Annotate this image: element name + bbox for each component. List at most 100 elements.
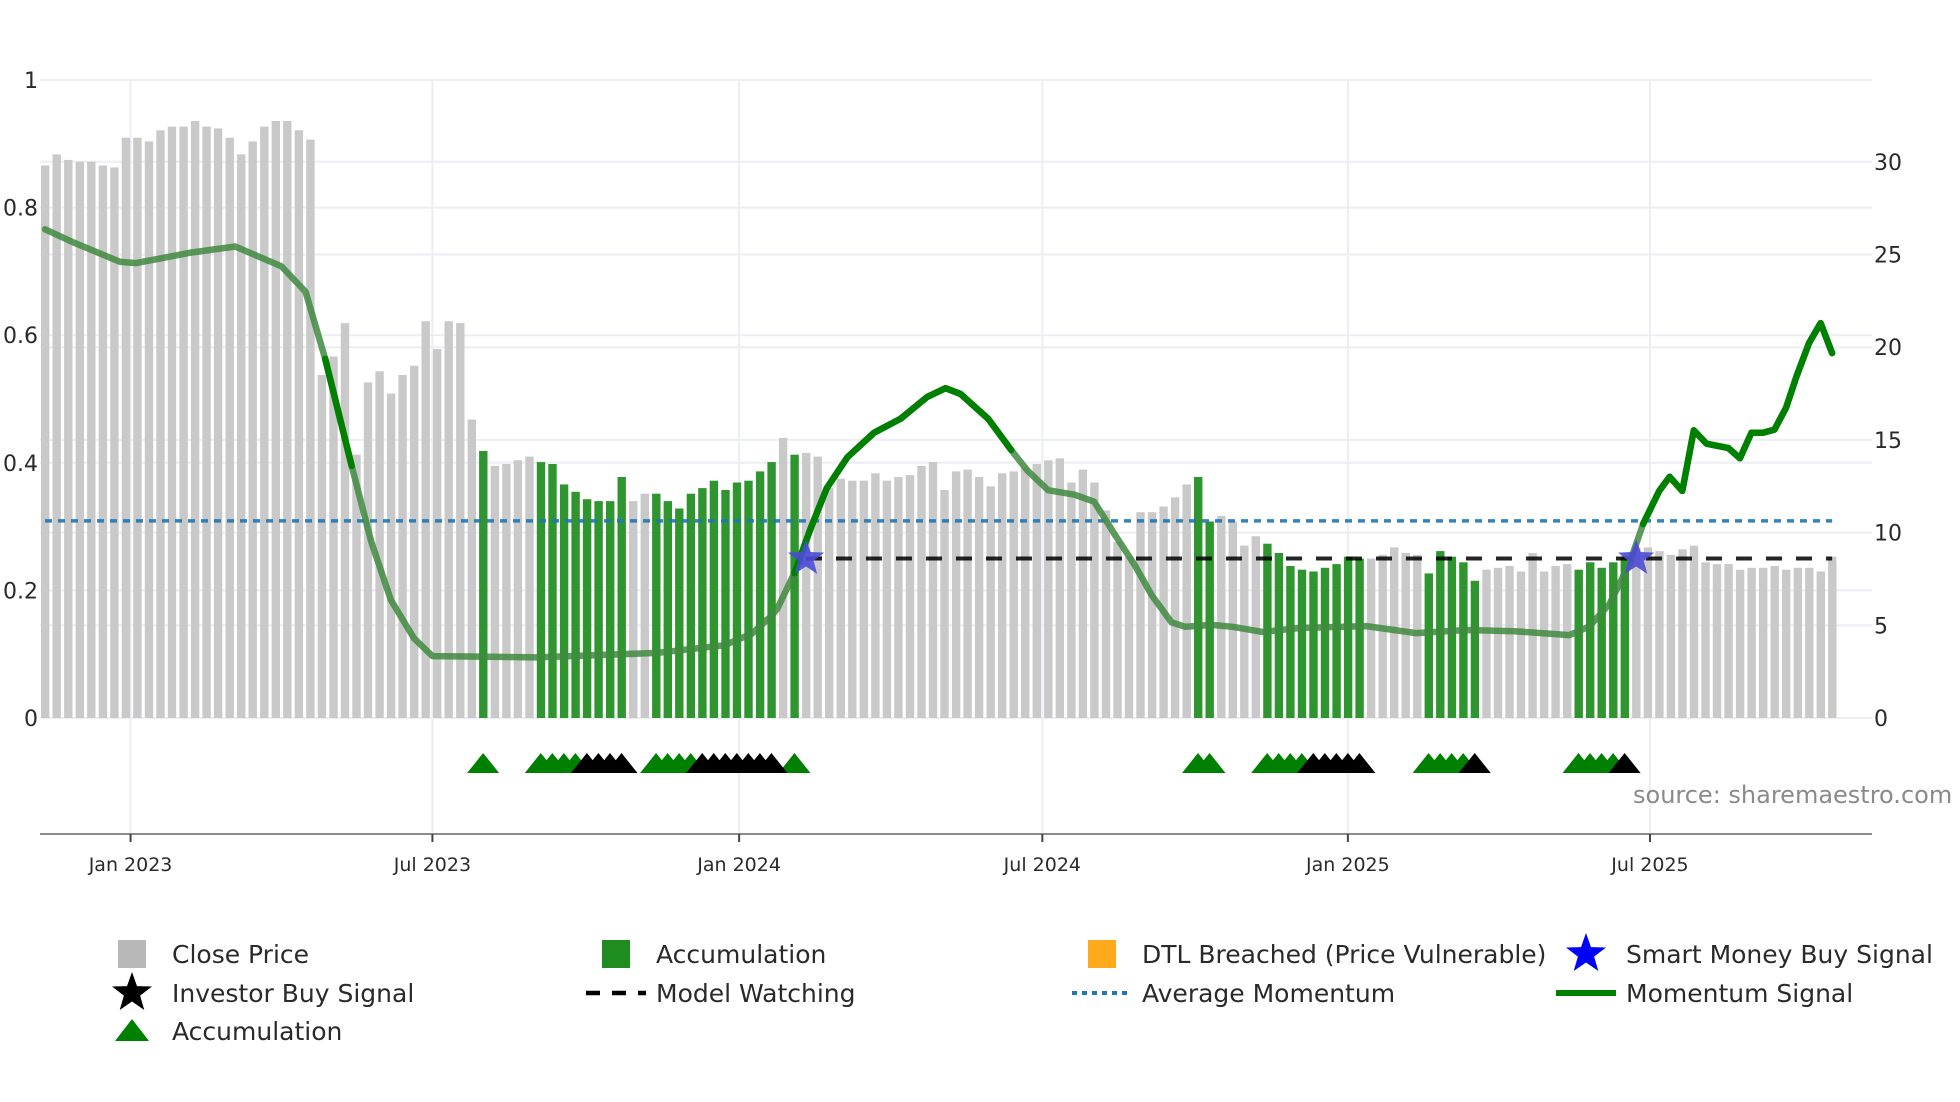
x-tick-label: Jan 2025 [1305,854,1390,876]
close-price-bar [248,141,257,718]
close-price-bar [1170,497,1180,718]
close-price-bar [1090,482,1099,718]
close-price-bar [1505,566,1514,718]
close-price-bar [386,393,396,718]
close-price-bar [802,452,811,718]
right-axis-tick-label: 15 [1874,429,1902,454]
legend-label: Investor Buy Signal [172,979,414,1008]
close-price-bar [41,165,50,718]
close-price-bar [1701,562,1710,718]
accumulation-bar [1574,569,1583,718]
momentum-signal-strong-segment [1639,319,1836,528]
left-axis-tick-label: 0 [24,707,38,732]
close-price-bar [1032,464,1041,718]
close-price-bar [375,371,384,718]
close-price-bar [1805,567,1814,718]
legend-item: Accumulation [115,1017,342,1046]
legend-item: Accumulation [602,940,826,969]
close-price-bar [1021,467,1030,718]
left-axis-tick-label: 0.2 [3,579,38,604]
close-price-bar [513,460,523,718]
close-price-bar [940,490,949,718]
legend-star-icon [112,972,152,1010]
close-price-bar [1516,571,1526,718]
x-tick-label: Jan 2023 [88,854,173,876]
close-price-bar [1655,551,1664,718]
accumulation-bar [709,480,719,718]
legend-item: Close Price [118,940,309,969]
accumulation-bar [571,491,580,718]
legend-star-icon [1566,933,1606,971]
accumulation-bar [1586,562,1595,718]
close-price-bar [1401,553,1410,718]
close-price-bar [1413,554,1422,718]
accumulation-bar [755,471,765,718]
accumulation-bar [1205,521,1214,718]
close-price-bar [951,471,961,718]
accumulation-bar [675,508,684,718]
close-price-bar [502,464,511,718]
close-price-bar [225,137,234,718]
close-price-bar [1551,566,1560,718]
left-axis-tick-label: 0.6 [3,324,38,349]
accumulation-bar [1194,477,1203,718]
right-axis-tick-label: 10 [1874,522,1902,547]
accumulation-bar [663,501,672,718]
accumulation-bar [1297,569,1307,718]
accumulation-bar [744,480,753,718]
accumulation-bar [582,499,592,718]
legend-item: Smart Money Buy Signal [1566,933,1933,971]
close-price-bar [433,349,442,718]
close-price-bar [1009,471,1018,718]
gridlines [40,79,1872,834]
close-price-bar [629,501,638,718]
legend-triangle-icon [115,1019,149,1041]
close-price-bar [1793,567,1802,718]
accumulation-bar [606,501,615,718]
close-price-bar [1136,512,1145,718]
left-axis-tick-label: 1 [24,69,38,94]
legend-label: Momentum Signal [1626,979,1853,1008]
accumulation-triangle [467,753,500,773]
close-price-bar [917,465,926,718]
close-price-bar [894,477,903,718]
close-price-bar [998,473,1007,718]
close-price-bar [1124,556,1134,718]
close-price-bar [1228,521,1237,718]
close-price-bar [1101,510,1111,718]
close-price-bar [859,480,868,718]
x-tick-label: Jul 2024 [1003,854,1081,876]
right-axis-tick-label: 5 [1874,614,1888,639]
close-price-bar [1539,571,1549,718]
close-price-bar [1563,564,1572,718]
close-price-bar [871,473,880,718]
right-axis-tick-label: 0 [1874,707,1888,732]
close-price-bar [294,130,304,719]
close-price-bar [467,419,476,718]
close-price-bar [525,456,534,718]
right-axis-tick-label: 30 [1874,151,1902,176]
close-price-bar [283,121,292,718]
close-price-bar [1747,567,1756,718]
close-price-bar [1735,569,1745,718]
close-price-bar [1067,482,1076,718]
accumulation-bar [1447,556,1457,718]
accumulation-bar [1424,573,1433,718]
close-price-bar [1482,569,1491,718]
close-price-bar [1493,567,1503,718]
legend-label: Average Momentum [1142,979,1395,1008]
legend-label: Close Price [172,940,309,969]
legend-label: Smart Money Buy Signal [1626,940,1933,969]
close-price-bar [1147,512,1157,718]
close-price-bar [905,475,915,718]
accumulation-bar [1343,556,1353,718]
close-price-bar [1828,556,1837,718]
close-price-bar [167,126,177,719]
close-price-bars [41,121,1837,719]
close-price-bar [190,121,200,718]
legend-swatch-icon [1088,940,1116,968]
close-price-bar [1816,571,1825,718]
close-price-bar [1770,566,1779,718]
close-price-bar [317,375,327,718]
close-price-bar [1689,545,1699,718]
